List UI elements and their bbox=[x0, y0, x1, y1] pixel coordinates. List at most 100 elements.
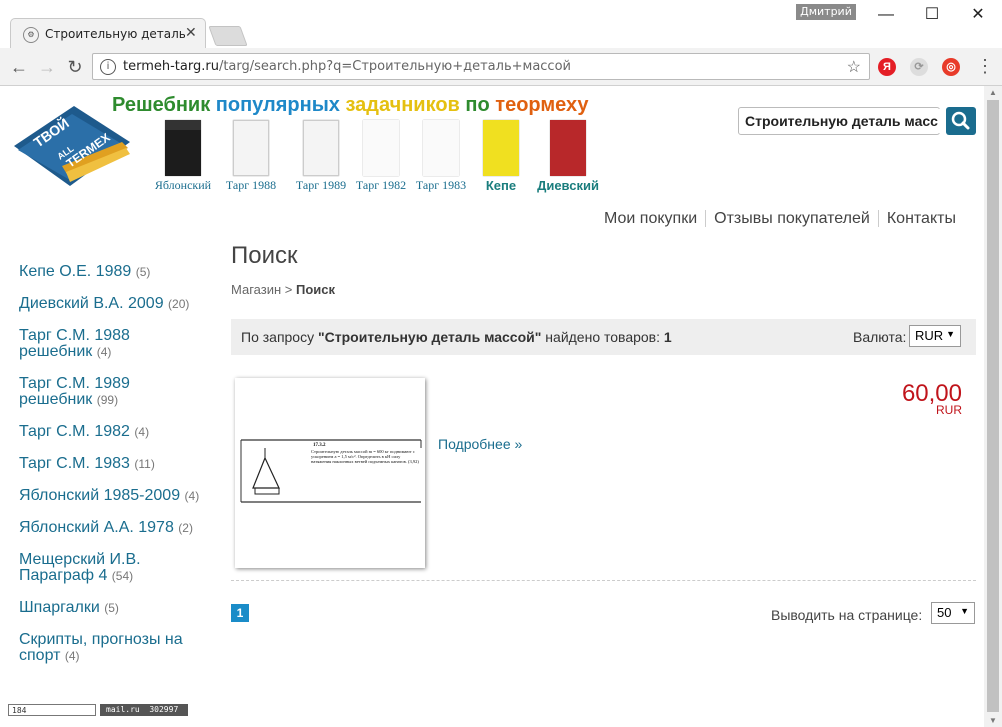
url-path: /targ/search.php?q=Строительную+деталь+м… bbox=[218, 59, 571, 74]
top-navigation: Мои покупки Отзывы покупателей Контакты bbox=[596, 210, 964, 228]
sidebar-item[interactable]: Шпаргалки (5) bbox=[19, 600, 219, 616]
sidebar-item-label: Тарг С.М. 1983 bbox=[19, 455, 130, 472]
web-page: ТВОЙ ALL TERMEX Решебник популярных зада… bbox=[0, 86, 984, 727]
close-window-icon[interactable]: ✕ bbox=[960, 4, 996, 26]
sidebar-item-count: (5) bbox=[104, 601, 119, 615]
sidebar-item[interactable]: Яблонский 1985-2009 (4) bbox=[19, 488, 219, 504]
chevron-down-icon: ▼ bbox=[960, 606, 969, 616]
reload-icon[interactable]: ↻ bbox=[64, 56, 86, 78]
book-list: Яблонский Тарг 1988 Тарг 1989 Тарг 1982 … bbox=[150, 120, 610, 196]
result-count: 1 bbox=[663, 329, 672, 345]
nav-contacts[interactable]: Контакты bbox=[877, 210, 964, 227]
bookmark-star-icon[interactable]: ☆ bbox=[847, 57, 861, 77]
nav-reviews[interactable]: Отзывы покупателей bbox=[705, 210, 878, 227]
book-targ-1989[interactable]: Тарг 1989 bbox=[290, 120, 352, 193]
book-cover bbox=[233, 120, 269, 176]
book-cover bbox=[550, 120, 586, 176]
category-sidebar: Кепе О.Е. 1989 (5) Диевский В.А. 2009 (2… bbox=[19, 264, 219, 680]
breadcrumb-shop-link[interactable]: Магазин bbox=[231, 282, 281, 297]
sidebar-item-label: Диевский В.А. 2009 bbox=[19, 295, 164, 312]
pagination-page-1[interactable]: 1 bbox=[231, 604, 249, 622]
sidebar-item[interactable]: Тарг С.М. 1983 (11) bbox=[19, 456, 219, 472]
search-field[interactable] bbox=[738, 107, 945, 135]
currency-value: RUR bbox=[915, 328, 944, 343]
sidebar-item[interactable]: Мещерский И.В. Параграф 4 (54) bbox=[19, 552, 149, 584]
per-page-select[interactable]: 50 ▼ bbox=[931, 602, 975, 624]
sidebar-item-count: (4) bbox=[96, 345, 112, 359]
title-word: задачников bbox=[345, 94, 460, 116]
sidebar-item-count: (54) bbox=[111, 569, 134, 583]
book-cover bbox=[483, 120, 519, 176]
book-kepe[interactable]: Кепе bbox=[476, 120, 526, 193]
back-icon[interactable]: ← bbox=[8, 56, 30, 78]
url-text: termeh-targ.ru/targ/search.php?q=Строите… bbox=[123, 59, 571, 74]
scroll-down-icon[interactable]: ▼ bbox=[989, 716, 997, 725]
browser-menu-icon[interactable]: ⋮ bbox=[976, 56, 994, 77]
yandex-extension-icon[interactable]: Я bbox=[878, 58, 896, 76]
result-mid: найдено товаров: bbox=[545, 329, 661, 345]
mailru-counter[interactable]: mail.ru 302997 bbox=[100, 704, 188, 716]
sidebar-item[interactable]: Кепе О.Е. 1989 (5) bbox=[19, 264, 219, 280]
book-label: Тарг 1983 bbox=[415, 178, 467, 192]
sidebar-item-label: Яблонский 1985-2009 bbox=[19, 487, 181, 504]
book-label: Тарг 1988 bbox=[225, 178, 277, 192]
sidebar-item-label: Скрипты, прогнозы на спорт bbox=[19, 631, 183, 664]
counter-brand: mail.ru bbox=[106, 705, 140, 714]
minimize-icon[interactable]: — bbox=[868, 4, 904, 26]
sidebar-item-count: (99) bbox=[96, 393, 119, 407]
book-label: Тарг 1982 bbox=[355, 178, 407, 192]
browser-tab[interactable]: ⚙ Строительную деталь м ✕ bbox=[10, 18, 206, 49]
window-titlebar: ⚙ Строительную деталь м ✕ Дмитрий — ☐ ✕ bbox=[0, 0, 1002, 49]
sidebar-item-count: (5) bbox=[135, 265, 151, 279]
sidebar-item-count: (2) bbox=[178, 521, 193, 535]
search-result-text: По запросу "Строительную деталь массой" … bbox=[241, 329, 672, 345]
book-label: Яблонский bbox=[154, 178, 212, 192]
book-targ-1983[interactable]: Тарг 1983 bbox=[412, 120, 470, 193]
scroll-up-icon[interactable]: ▲ bbox=[989, 88, 997, 97]
page-scrollbar[interactable]: ▲ ▼ bbox=[984, 86, 1002, 727]
book-targ-1988[interactable]: Тарг 1988 bbox=[220, 120, 282, 193]
sidebar-item[interactable]: Тарг С.М. 1982 (4) bbox=[19, 424, 219, 440]
sidebar-item[interactable]: Тарг С.М. 1989 решебник (99) bbox=[19, 376, 149, 408]
result-query: "Строительную деталь массой" bbox=[318, 329, 542, 345]
url-host: termeh-targ.ru bbox=[123, 59, 219, 74]
per-page-value: 50 bbox=[937, 605, 952, 620]
user-profile-badge[interactable]: Дмитрий bbox=[796, 4, 856, 20]
new-tab-button[interactable] bbox=[208, 26, 248, 46]
product-details-link[interactable]: Подробнее » bbox=[438, 436, 522, 452]
breadcrumb-current: Поиск bbox=[296, 282, 336, 297]
currency-select[interactable]: RUR ▼ bbox=[909, 325, 961, 347]
site-info-icon[interactable]: i bbox=[100, 59, 116, 75]
sidebar-item-label: Тарг С.М. 1988 решебник bbox=[19, 327, 130, 360]
book-targ-1982[interactable]: Тарг 1982 bbox=[352, 120, 410, 193]
book-label: Тарг 1989 bbox=[295, 178, 347, 192]
sidebar-item[interactable]: Яблонский А.А. 1978 (2) bbox=[19, 520, 219, 536]
book-dievsky[interactable]: Диевский bbox=[530, 120, 606, 193]
tab-title: Строительную деталь м bbox=[45, 27, 185, 41]
product-price-currency: RUR bbox=[936, 403, 962, 417]
scrollbar-thumb[interactable] bbox=[987, 100, 999, 712]
site-title: Решебник популярных задачников по теорме… bbox=[112, 94, 589, 117]
visit-counter[interactable]: 184 bbox=[8, 704, 96, 716]
search-button[interactable] bbox=[946, 107, 976, 135]
sidebar-item[interactable]: Тарг С.М. 1988 решебник (4) bbox=[19, 328, 149, 360]
nav-my-purchases[interactable]: Мои покупки bbox=[596, 210, 705, 227]
book-yablonsky[interactable]: Яблонский bbox=[152, 120, 214, 193]
target-extension-icon[interactable]: ◎ bbox=[942, 58, 960, 76]
tab-close-icon[interactable]: ✕ bbox=[185, 24, 197, 41]
forward-icon[interactable]: → bbox=[36, 56, 58, 78]
sidebar-item-count: (4) bbox=[134, 425, 150, 439]
search-input[interactable] bbox=[741, 109, 945, 133]
site-favicon-icon: ⚙ bbox=[23, 27, 39, 43]
breadcrumb-separator: > bbox=[284, 282, 293, 297]
book-cover bbox=[363, 120, 399, 176]
divider bbox=[231, 580, 976, 581]
sidebar-item-count: (4) bbox=[64, 649, 80, 663]
title-word: теормеху bbox=[495, 94, 589, 116]
maximize-icon[interactable]: ☐ bbox=[914, 4, 950, 26]
sidebar-item[interactable]: Скрипты, прогнозы на спорт (4) bbox=[19, 632, 199, 664]
address-bar[interactable]: i termeh-targ.ru/targ/search.php?q=Строи… bbox=[92, 53, 870, 80]
extension-icon[interactable]: ⟳ bbox=[910, 58, 928, 76]
sidebar-item[interactable]: Диевский В.А. 2009 (20) bbox=[19, 296, 219, 312]
product-thumbnail[interactable]: 17.3.2 Строительную деталь массой m = 60… bbox=[235, 378, 425, 568]
